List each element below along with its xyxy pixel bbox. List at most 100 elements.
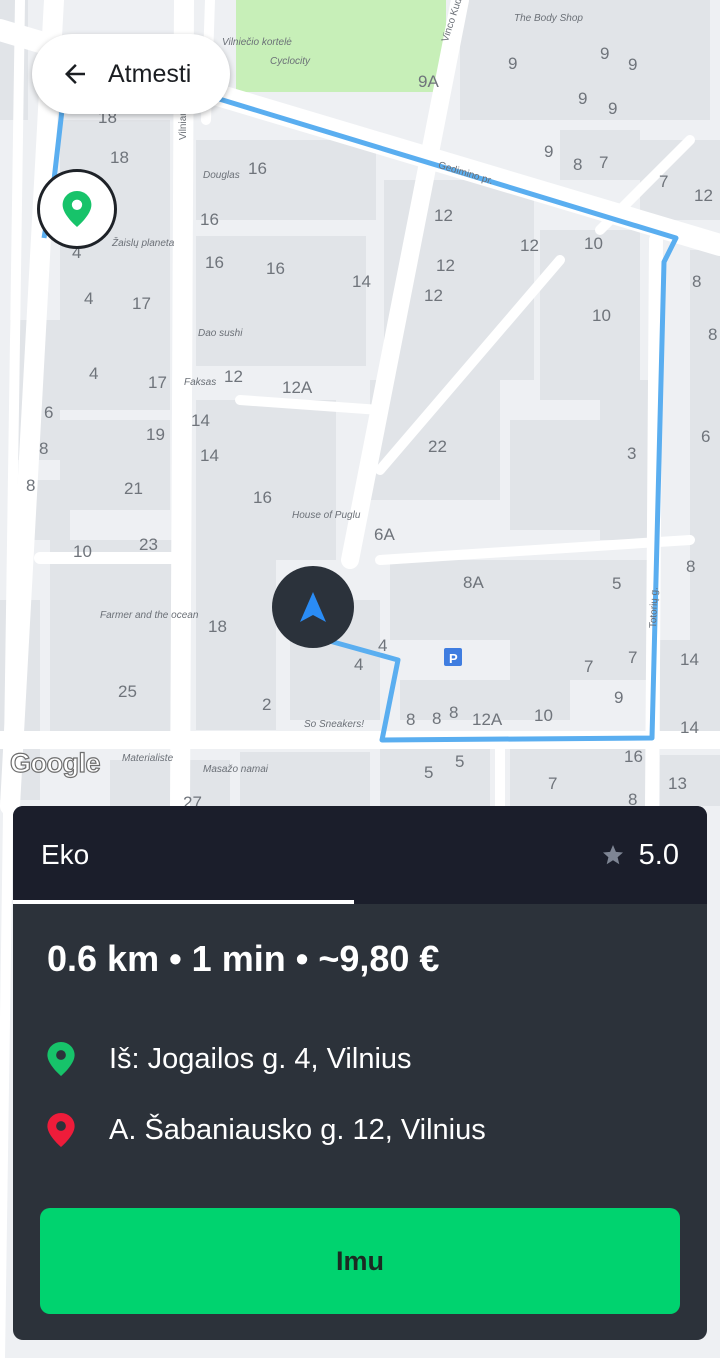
- building-number: 17: [148, 373, 167, 392]
- location-pin-icon: [62, 191, 92, 227]
- building-number: 8: [406, 710, 416, 729]
- building-number: 8: [449, 703, 459, 722]
- building-number: 9: [578, 89, 588, 108]
- building-number: 9A: [418, 72, 439, 91]
- poi-label: Materialiste: [122, 753, 174, 764]
- poi-label: Dao sushi: [198, 328, 243, 339]
- building-number: 16: [624, 747, 643, 766]
- trip-summary: 0.6 km • 1 min • ~9,80 €: [47, 938, 440, 979]
- dropoff-pin-icon: [47, 1113, 75, 1147]
- poi-label: Cyclocity: [270, 56, 311, 67]
- pickup-location-marker[interactable]: [37, 169, 117, 249]
- dismiss-button[interactable]: Atmesti: [32, 34, 230, 114]
- dismiss-label: Atmesti: [108, 59, 192, 88]
- building-number: 19: [146, 425, 165, 444]
- poi-label: House of Puglu: [292, 510, 361, 521]
- building-number: 14: [680, 718, 699, 737]
- building-number: 18: [208, 617, 227, 636]
- building-number: 6: [44, 403, 54, 422]
- building-number: 9: [608, 99, 618, 118]
- building-number: 8: [686, 557, 696, 576]
- building-number: 13: [668, 774, 687, 793]
- building-number: 9: [628, 55, 638, 74]
- building-number: 12: [434, 206, 453, 225]
- building-number: 14: [680, 650, 699, 669]
- building-number: 7: [659, 172, 669, 191]
- building-number: 8: [26, 476, 36, 495]
- rating-value: 5.0: [638, 838, 679, 871]
- building-number: 12: [520, 236, 539, 255]
- poi-label: Žaislų planeta: [112, 238, 175, 249]
- building-number: 8: [573, 155, 583, 174]
- building-number: 9: [614, 688, 624, 707]
- building-number: 2: [262, 695, 272, 714]
- arrow-left-icon: [65, 64, 85, 84]
- street-label: Totorių g.: [648, 586, 661, 629]
- building-number: 25: [118, 682, 137, 701]
- building-number: 4: [84, 289, 94, 308]
- building-number: 16: [266, 259, 285, 278]
- poi-label: The Body Shop: [514, 13, 583, 24]
- building-number: 6A: [374, 525, 395, 544]
- ride-offer-sheet: Eko 5.0 0.6 km • 1 min • ~9,80 € Iš: Jog…: [13, 806, 707, 1340]
- building-number: 4: [378, 636, 388, 655]
- building-number: 12A: [282, 378, 313, 397]
- building-number: 7: [584, 657, 594, 676]
- building-number: 12A: [472, 710, 503, 729]
- building-number: 7: [599, 153, 609, 172]
- building-number: 21: [124, 479, 143, 498]
- building-number: 9: [508, 54, 518, 73]
- building-number: 8: [692, 272, 702, 291]
- building-number: 6: [701, 427, 711, 446]
- map-attribution-logo: Google: [9, 747, 101, 778]
- pickup-address-row: Iš: Jogailos g. 4, Vilnius: [47, 1042, 412, 1076]
- navigation-arrow-icon: [300, 592, 326, 622]
- building-number: 16: [205, 253, 224, 272]
- building-number: 8: [708, 325, 718, 344]
- building-number: 3: [627, 444, 637, 463]
- building-number: 18: [110, 148, 129, 167]
- building-number: 12: [436, 256, 455, 275]
- building-number: 14: [200, 446, 219, 465]
- building-number: 12: [694, 186, 713, 205]
- pickup-pin-icon: [47, 1042, 75, 1076]
- svg-text:P: P: [449, 651, 458, 666]
- building-number: 14: [352, 272, 371, 291]
- passenger-rating: 5.0: [601, 839, 679, 872]
- building-number: 5: [455, 752, 465, 771]
- building-number: 5: [612, 574, 622, 593]
- poi-label: Farmer and the ocean: [100, 610, 199, 621]
- building-number: 10: [584, 234, 603, 253]
- poi-label: So Sneakers!: [304, 719, 365, 730]
- building-number: 22: [428, 437, 447, 456]
- building-number: 5: [424, 763, 434, 782]
- poi-label: Faksas: [184, 377, 217, 388]
- building-number: 7: [548, 774, 558, 793]
- building-number: 16: [200, 210, 219, 229]
- dropoff-address-row: A. Šabaniausko g. 12, Vilnius: [47, 1113, 486, 1147]
- building-number: 9: [600, 44, 610, 63]
- building-number: 10: [592, 306, 611, 325]
- building-number: 12: [224, 367, 243, 386]
- building-number: 10: [73, 542, 92, 561]
- building-number: 10: [534, 706, 553, 725]
- building-number: 16: [253, 488, 272, 507]
- current-location-marker: [272, 566, 354, 648]
- building-number: 9: [544, 142, 554, 161]
- building-number: 17: [132, 294, 151, 313]
- building-number: 8A: [463, 573, 484, 592]
- star-icon: [602, 845, 623, 865]
- poi-label: Douglas: [203, 170, 240, 181]
- building-number: 7: [628, 648, 638, 667]
- building-number: 8: [432, 709, 442, 728]
- accept-ride-button[interactable]: Imu: [40, 1208, 680, 1314]
- ride-offer-header: Eko 5.0: [13, 806, 707, 904]
- poi-label: Vilniečio kortelė: [222, 37, 292, 48]
- dropoff-address: A. Šabaniausko g. 12, Vilnius: [109, 1113, 486, 1146]
- ride-category: Eko: [41, 839, 90, 870]
- building-number: 14: [191, 411, 210, 430]
- building-number: 23: [139, 535, 158, 554]
- poi-label: Masažo namai: [203, 764, 269, 775]
- building-number: 8: [39, 439, 49, 458]
- building-number: 12: [424, 286, 443, 305]
